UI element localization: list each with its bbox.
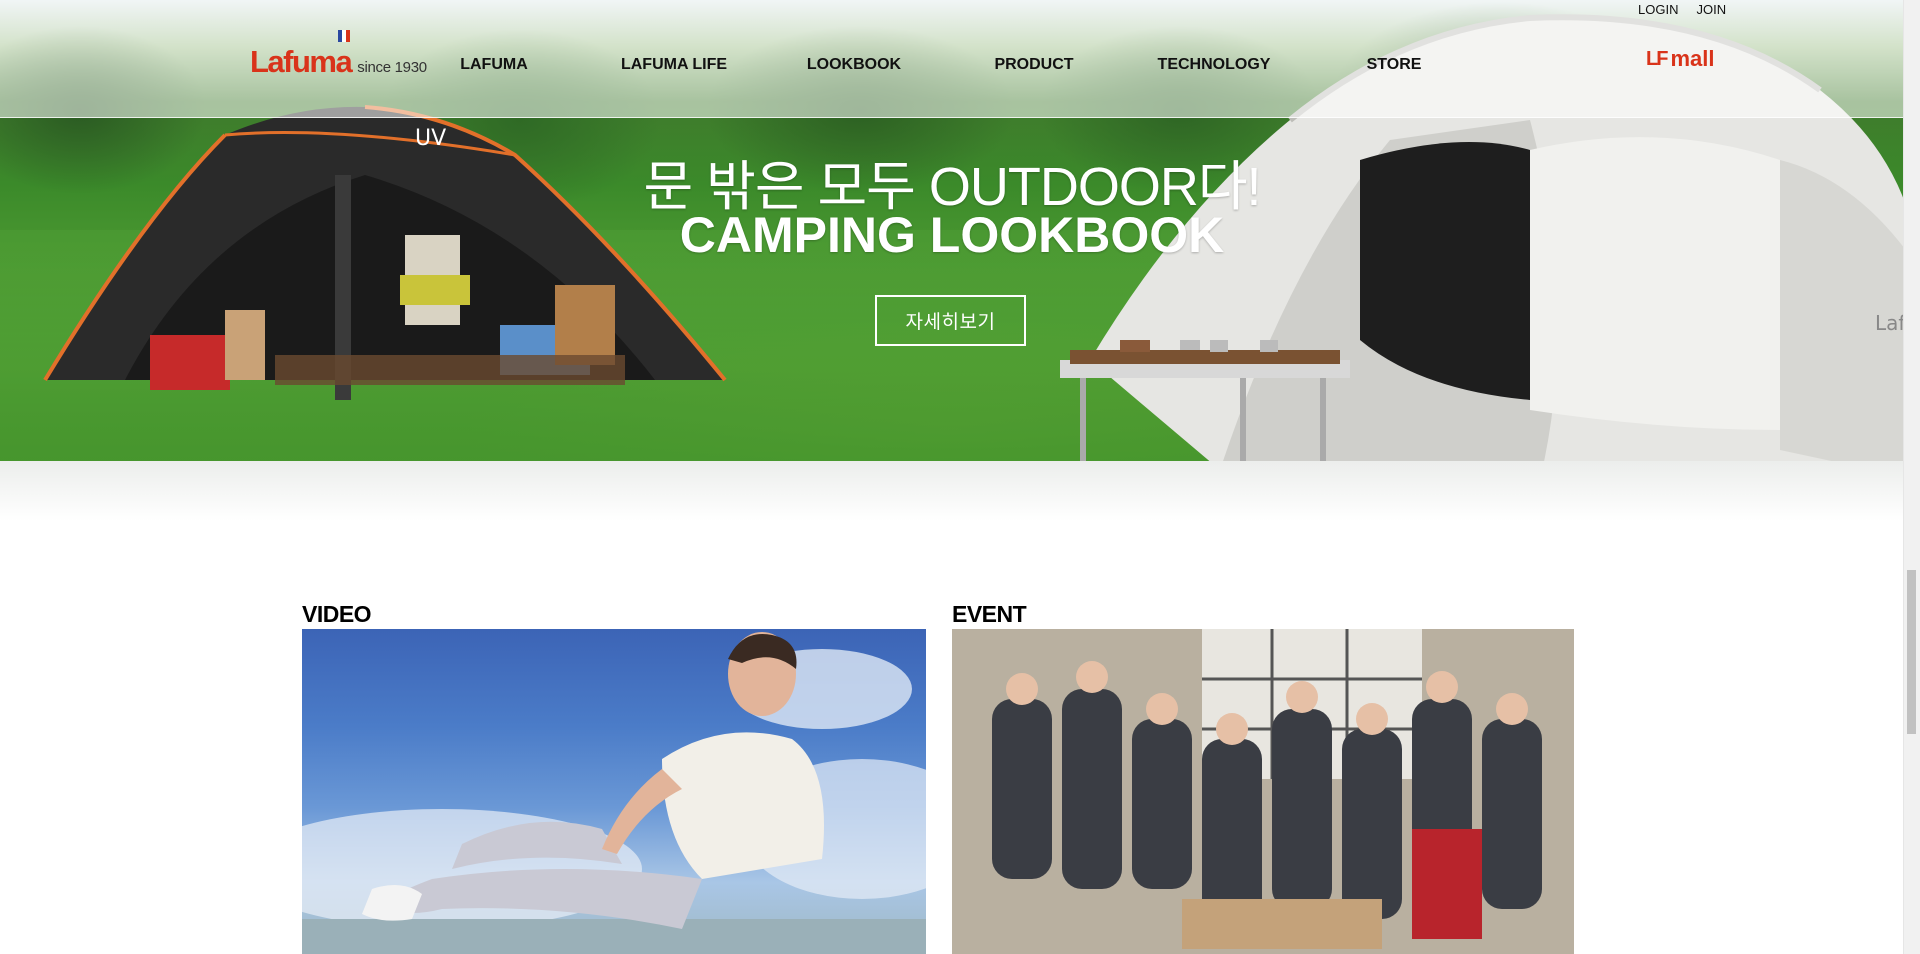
event-thumbnail[interactable] xyxy=(952,629,1574,954)
video-thumbnail[interactable] xyxy=(302,629,926,954)
event-group-image xyxy=(952,629,1574,954)
page: UV Lafu 문 밖은 모두 OUTDOOR다! CAMPING LOOKBO… xyxy=(0,0,1920,954)
scrollbar-thumb[interactable] xyxy=(1907,570,1916,734)
login-link[interactable]: LOGIN xyxy=(1638,2,1678,17)
main-nav: LAFUMA LAFUMA LIFE LOOKBOOK PRODUCT TECH… xyxy=(0,56,1904,78)
hero-shadow xyxy=(0,461,1920,521)
nav-item-product[interactable]: PRODUCT xyxy=(994,56,1073,74)
hero-subheadline: CAMPING LOOKBOOK xyxy=(679,207,1225,263)
page-scrollbar[interactable] xyxy=(1903,0,1920,954)
lf-mall-label: mall xyxy=(1670,46,1715,71)
nav-item-technology[interactable]: TECHNOLOGY xyxy=(1158,56,1271,74)
video-model-image xyxy=(302,632,926,954)
nav-item-lookbook[interactable]: LOOKBOOK xyxy=(807,56,901,74)
view-details-button[interactable]: 자세히보기 xyxy=(875,295,1026,346)
join-link[interactable]: JOIN xyxy=(1696,2,1726,17)
nav-item-lafuma[interactable]: LAFUMA xyxy=(460,56,528,74)
site-header: Lafuma since 1930 LAFUMA LAFUMA LIFE LOO… xyxy=(0,0,1904,118)
camp-table-image xyxy=(1060,340,1350,461)
lf-mall-mark: LF xyxy=(1646,47,1668,70)
account-links: LOGIN JOIN xyxy=(1638,2,1726,17)
event-section-title: EVENT xyxy=(952,601,1027,627)
video-section-title: VIDEO xyxy=(302,601,372,627)
nav-item-lafuma-life[interactable]: LAFUMA LIFE xyxy=(621,56,727,74)
nav-item-store[interactable]: STORE xyxy=(1367,56,1422,74)
lf-mall-logo[interactable]: LF mall xyxy=(1646,46,1714,72)
french-flag-icon xyxy=(338,30,350,42)
